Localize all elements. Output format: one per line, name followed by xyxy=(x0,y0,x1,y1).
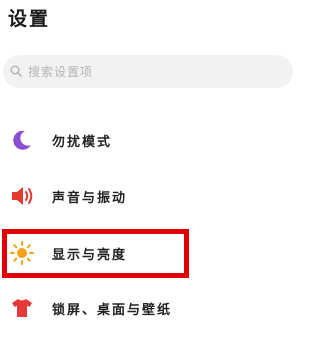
tshirt-icon xyxy=(7,293,37,323)
search-icon xyxy=(10,62,22,81)
page-title: 设置 xyxy=(8,8,51,30)
search-bar[interactable]: 搜索设置项 xyxy=(3,55,293,88)
settings-item-do-not-disturb[interactable]: 勿扰模式 xyxy=(0,122,296,158)
highlight-box xyxy=(2,229,189,278)
settings-item-label: 声音与振动 xyxy=(52,190,128,206)
speaker-icon xyxy=(7,181,37,211)
moon-icon xyxy=(7,125,37,155)
settings-item-sound-vibration[interactable]: 声音与振动 xyxy=(0,178,296,214)
settings-item-label: 锁屏、桌面与壁纸 xyxy=(52,302,173,318)
search-placeholder: 搜索设置项 xyxy=(28,65,94,79)
settings-item-label: 勿扰模式 xyxy=(52,134,113,150)
settings-item-lockscreen-wallpaper[interactable]: 锁屏、桌面与壁纸 xyxy=(0,290,296,326)
